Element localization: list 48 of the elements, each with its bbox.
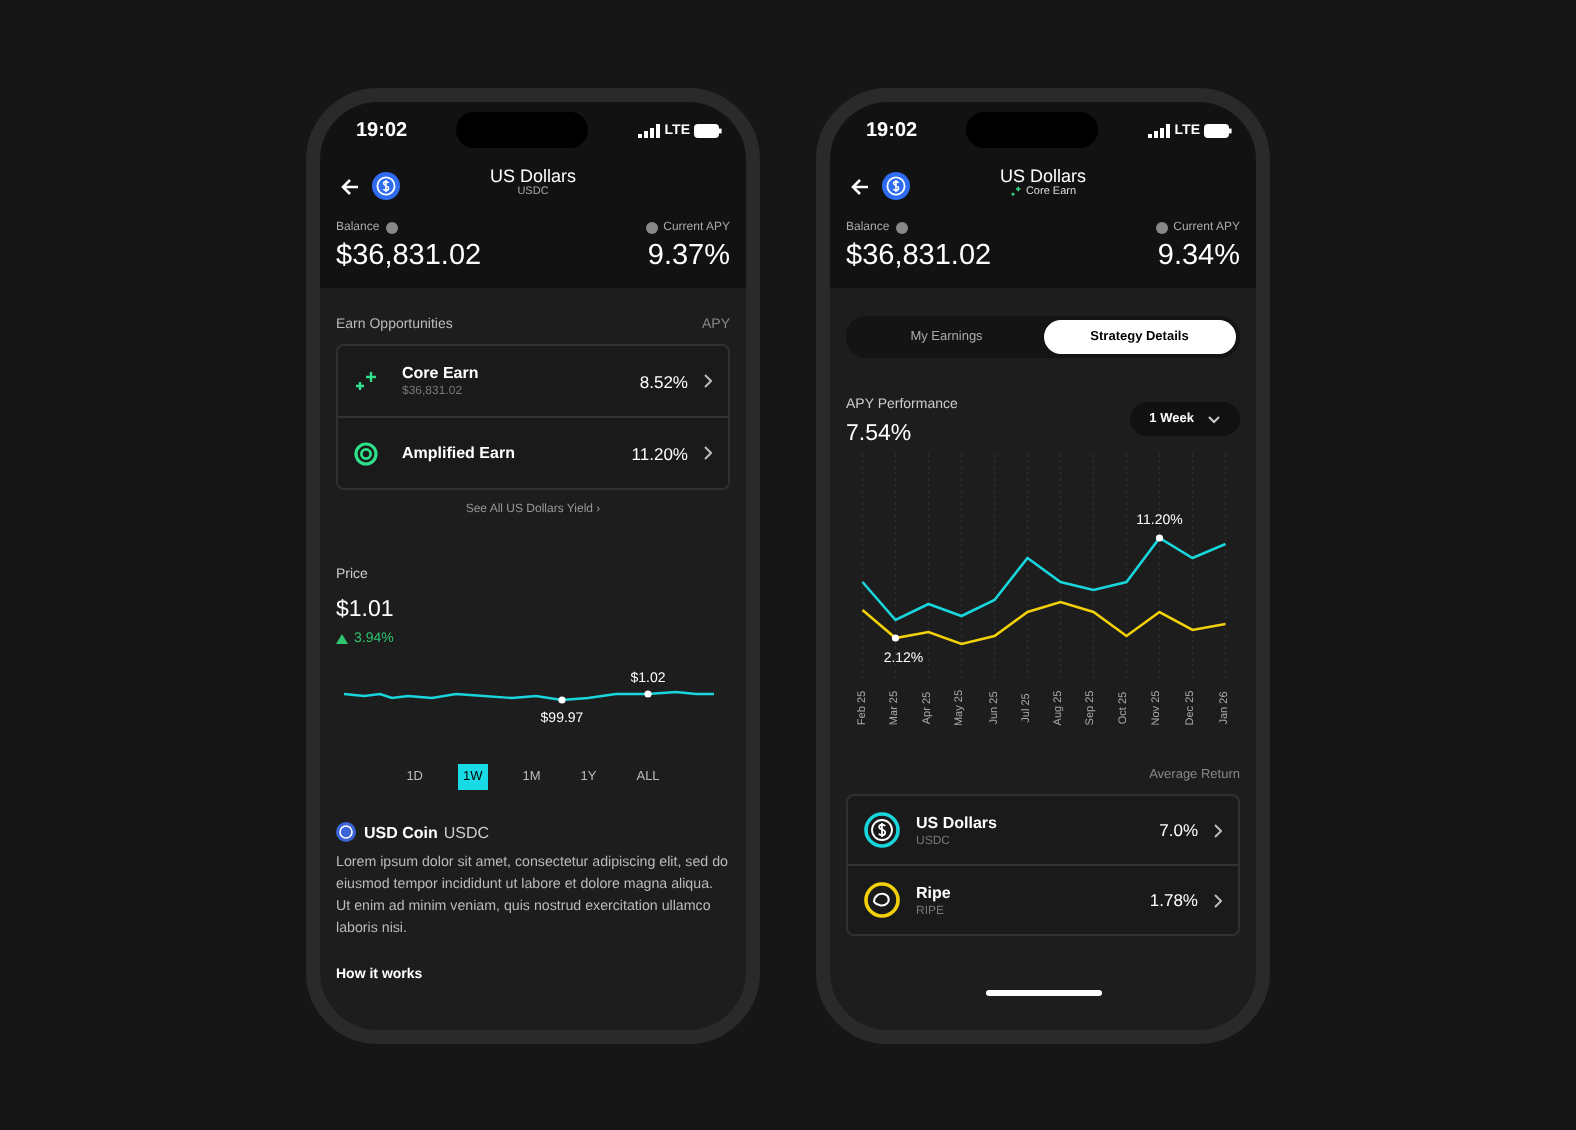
coin-name: USD Coin bbox=[364, 823, 438, 841]
chevron-icon bbox=[704, 374, 712, 388]
screen-title: US Dollars bbox=[489, 166, 576, 186]
status-time: 19:02 bbox=[356, 119, 408, 141]
caret-icon bbox=[1208, 415, 1221, 423]
balance-value: $36,831.02 bbox=[336, 240, 482, 272]
option-name: Amplified Earn bbox=[402, 444, 517, 462]
average-return-value: 7.0% bbox=[1159, 820, 1198, 840]
option-apy: 8.52% bbox=[639, 371, 688, 391]
sparkle-icon bbox=[354, 369, 378, 393]
coin-icon bbox=[336, 822, 356, 842]
ring-icon bbox=[354, 441, 378, 465]
info-icon[interactable] bbox=[1155, 222, 1168, 234]
low-point-marker bbox=[891, 634, 900, 642]
coin-icon bbox=[372, 172, 400, 200]
apy-performance-value: 7.54% bbox=[846, 422, 914, 446]
chevron-icon bbox=[1214, 893, 1222, 907]
balance-value: $36,831.02 bbox=[846, 240, 992, 272]
info-icon[interactable] bbox=[895, 222, 908, 234]
price-value: $1.01 bbox=[336, 598, 396, 622]
apy-value: 9.37% bbox=[647, 240, 730, 272]
average-return-value: 1.78% bbox=[1149, 890, 1198, 910]
chevron-icon bbox=[704, 446, 712, 460]
option-apy: 11.20% bbox=[631, 443, 688, 463]
battery-icon bbox=[694, 123, 722, 137]
high-point-marker bbox=[644, 690, 652, 698]
low-point-marker bbox=[558, 696, 566, 704]
chevron-icon bbox=[1214, 823, 1222, 837]
sparkle-icon bbox=[1009, 186, 1022, 198]
earn-option[interactable]: Amplified Earn 11.20% bbox=[338, 416, 728, 488]
coin-ticker: USDC bbox=[443, 823, 490, 841]
signal-icon bbox=[638, 123, 661, 137]
option-name: Core Earn bbox=[402, 364, 481, 382]
coin-icon bbox=[882, 172, 910, 200]
home-indicator bbox=[985, 990, 1101, 996]
signal-icon bbox=[1148, 123, 1171, 137]
battery-icon bbox=[1204, 123, 1232, 137]
apy-value: 9.34% bbox=[1157, 240, 1240, 272]
high-point-marker bbox=[1155, 534, 1164, 542]
back-arrow-icon[interactable] bbox=[340, 177, 360, 195]
up-triangle-icon bbox=[336, 634, 348, 644]
info-icon[interactable] bbox=[645, 222, 658, 234]
asset-name: Ripe bbox=[916, 883, 953, 901]
status-time: 19:02 bbox=[866, 119, 918, 141]
back-arrow-icon[interactable] bbox=[850, 177, 870, 195]
asset-name: US Dollars bbox=[916, 813, 999, 831]
info-icon[interactable] bbox=[385, 222, 398, 234]
screen-title: US Dollars bbox=[999, 166, 1086, 186]
